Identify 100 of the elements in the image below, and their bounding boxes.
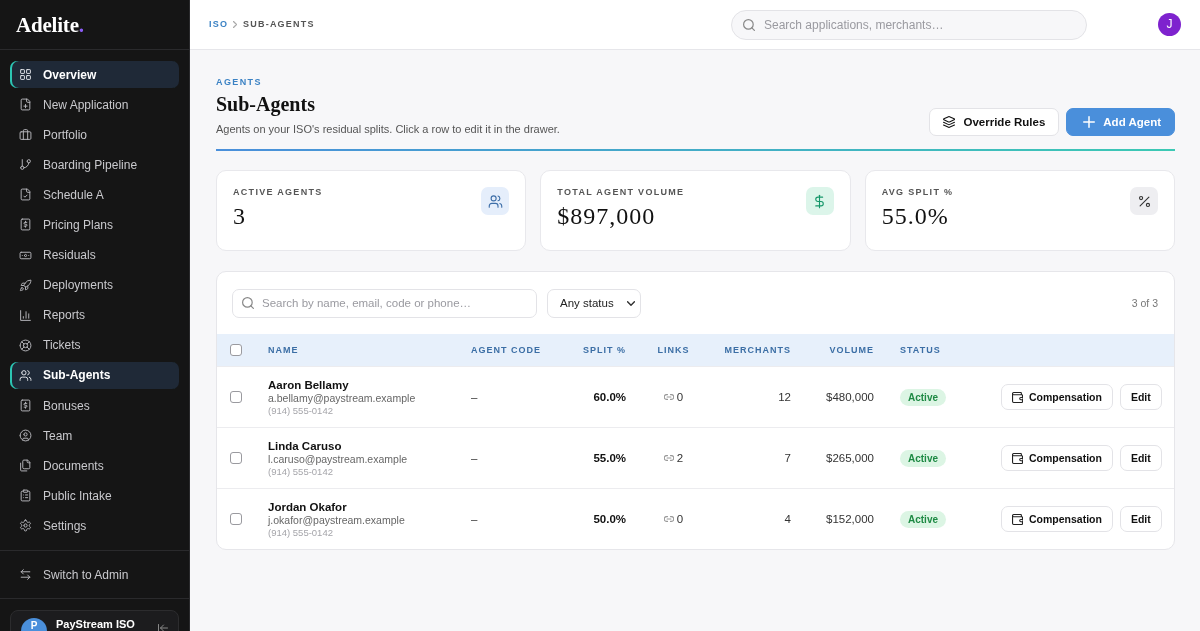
table-cell: – <box>471 391 478 403</box>
bar-chart-icon <box>19 308 32 322</box>
nav-item[interactable]: Schedule A <box>10 181 179 209</box>
column-header: NAME <box>268 345 299 355</box>
stat-value: 55.0% <box>881 202 949 230</box>
agent-name: Jordan Okafor <box>268 499 347 514</box>
org-name: PayStream ISO <box>56 618 135 631</box>
breadcrumb-item[interactable]: ISO <box>209 19 229 30</box>
agent-phone: (914) 555-0142 <box>268 404 333 417</box>
table-cell: – <box>471 513 478 525</box>
agent-email: l.caruso@paystream.example <box>268 452 408 466</box>
column-header: AGENT CODE <box>471 345 541 355</box>
nav-item[interactable]: Public Intake <box>10 482 179 510</box>
wallet-icon <box>1012 452 1023 464</box>
users-icon <box>19 368 32 382</box>
link-icon <box>663 516 674 522</box>
nav-item[interactable]: Boarding Pipeline <box>10 151 179 179</box>
compensation-button[interactable]: Compensation <box>1001 445 1113 471</box>
search-field[interactable]: Search applications, merchants… <box>731 9 1087 40</box>
status-select[interactable]: Any status <box>547 288 641 318</box>
search-icon <box>743 18 755 31</box>
table-cell: – <box>471 452 478 464</box>
percent-icon <box>1130 187 1158 215</box>
agent-name: Aaron Bellamy <box>268 377 349 392</box>
agent-email: j.okafor@paystream.example <box>268 513 405 527</box>
link-icon <box>663 394 674 400</box>
nav-item[interactable]: Reports <box>10 301 179 329</box>
nav-item[interactable]: New Application <box>10 91 179 119</box>
file-plus-icon <box>19 98 32 112</box>
page-subtitle: Agents on your ISO's residual splits. Click a row to edit it in the drawer. <box>216 122 560 136</box>
nav-item[interactable]: Portfolio <box>10 121 179 149</box>
nav-item[interactable]: Residuals <box>10 241 179 269</box>
table-cell: 0 <box>676 513 684 525</box>
table-cell: 2 <box>676 452 684 464</box>
compensation-button[interactable]: Compensation <box>1001 506 1113 532</box>
file-check-icon <box>19 188 32 202</box>
table-cell: 0 <box>676 391 684 403</box>
user-avatar[interactable]: J <box>1158 13 1181 36</box>
column-header: STATUS <box>900 345 941 355</box>
briefcase-icon <box>19 128 32 142</box>
breadcrumb-item: SUB-AGENTS <box>243 19 315 30</box>
edit-button[interactable]: Edit <box>1119 445 1162 471</box>
agent-name: Linda Caruso <box>268 438 342 453</box>
users-icon <box>481 187 510 215</box>
table-cell: 4 <box>784 513 791 525</box>
page-title: Sub-Agents <box>216 92 315 116</box>
nav-item[interactable]: Tickets <box>10 331 179 359</box>
nav-item[interactable]: Documents <box>10 452 179 480</box>
table-cell: $480,000 <box>826 391 874 403</box>
nav-item[interactable]: Overview <box>10 61 179 88</box>
table-cell: $152,000 <box>826 513 874 525</box>
nav-item[interactable]: Deployments <box>10 271 179 299</box>
switch-admin-link[interactable]: Switch to Admin <box>10 561 179 589</box>
nav-item[interactable]: Bonuses <box>10 392 179 420</box>
column-header: MERCHANTS <box>724 345 791 355</box>
branch-icon <box>19 158 32 172</box>
dollar-receipt-icon <box>19 399 32 413</box>
table-cell: $265,000 <box>826 452 874 464</box>
chevron-right-icon <box>233 21 238 28</box>
checkbox[interactable] <box>230 452 242 464</box>
checkbox[interactable] <box>230 391 242 403</box>
settings-icon <box>19 519 32 533</box>
stat-label: TOTAL AGENT VOLUME <box>557 187 685 198</box>
logo: Adelite. <box>16 12 84 37</box>
checkbox[interactable] <box>230 344 242 356</box>
rules-button[interactable]: Override Rules <box>929 108 1060 136</box>
clipboard-icon <box>19 489 32 503</box>
search-field[interactable]: Search by name, email, code or phone… <box>232 288 537 318</box>
dollar-icon <box>805 187 834 215</box>
lifebuoy-icon <box>19 338 32 352</box>
table-cell: 55.0% <box>593 452 626 464</box>
compensation-button[interactable]: Compensation <box>1001 384 1113 410</box>
stat-value: $897,000 <box>557 202 656 230</box>
edit-button[interactable]: Edit <box>1119 384 1162 410</box>
org-avatar: P <box>21 618 47 631</box>
page-eyebrow: AGENTS <box>216 77 262 88</box>
table-cell: 60.0% <box>593 391 626 403</box>
swap-arrows-icon <box>19 568 32 582</box>
nav-item[interactable]: Pricing Plans <box>10 211 179 239</box>
link-icon <box>663 455 674 461</box>
nav-item[interactable]: Sub-Agents <box>10 361 179 389</box>
search-icon <box>242 297 254 309</box>
agent-phone: (914) 555-0142 <box>268 526 333 539</box>
nav-item[interactable]: Team <box>10 422 179 450</box>
chevron-down-icon <box>627 300 635 306</box>
agent-email: a.bellamy@paystream.example <box>268 391 416 405</box>
org-card[interactable]: P PayStream ISO <box>10 610 179 631</box>
nav-item[interactable]: Settings <box>10 512 179 540</box>
checkbox[interactable] <box>230 513 242 525</box>
table-cell: 7 <box>784 452 791 464</box>
dollar-receipt-icon <box>19 218 32 232</box>
files-icon <box>19 459 32 473</box>
wallet-icon <box>1012 391 1023 403</box>
edit-button[interactable]: Edit <box>1119 506 1162 532</box>
stat-value: 3 <box>233 202 246 230</box>
arrow-left-icon[interactable] <box>158 624 168 631</box>
layers-icon <box>943 116 956 128</box>
grid-icon <box>19 68 32 81</box>
wallet-icon <box>1012 513 1023 525</box>
status-badge: Active <box>900 388 946 406</box>
